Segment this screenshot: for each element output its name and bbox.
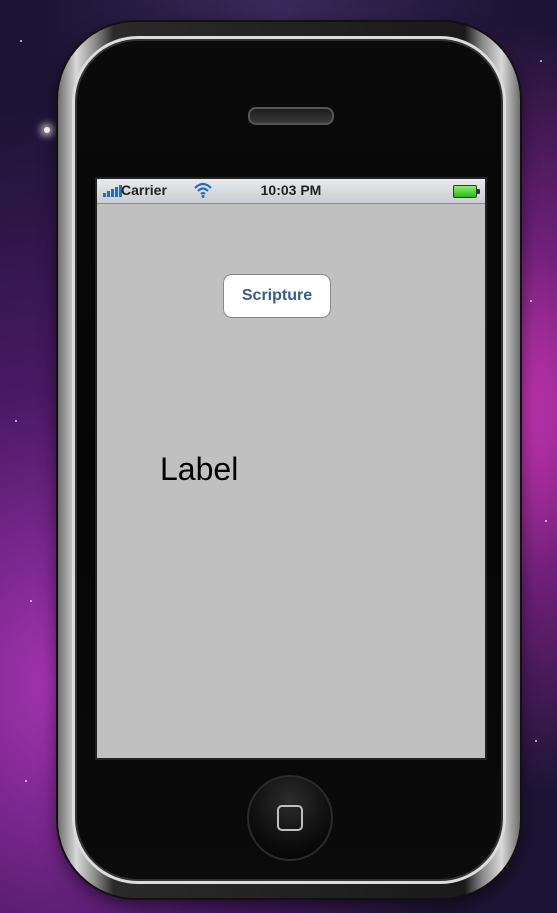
label-text: Label: [160, 451, 239, 487]
star: [545, 520, 547, 522]
earpiece-speaker: [248, 107, 334, 125]
battery-icon: [453, 185, 480, 198]
scripture-button[interactable]: Scripture: [223, 274, 331, 318]
home-button[interactable]: [247, 775, 333, 861]
star: [25, 780, 27, 782]
status-time: 10:03 PM: [260, 182, 322, 198]
home-button-icon: [277, 805, 303, 831]
status-bar: Carrier 10:03 PM: [97, 179, 485, 204]
star: [530, 300, 532, 302]
star: [540, 60, 542, 62]
star: [30, 600, 32, 602]
star: [15, 420, 17, 422]
star: [535, 740, 537, 742]
star-bright: [44, 127, 50, 133]
star: [20, 40, 22, 42]
device-screen: Carrier 10:03 PM Scripture Label: [95, 177, 487, 760]
